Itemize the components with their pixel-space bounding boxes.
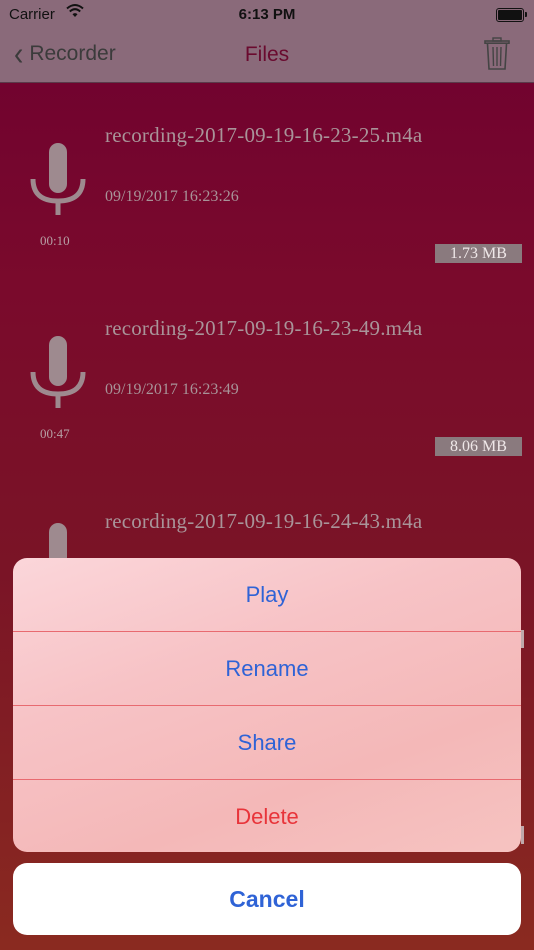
status-bar: Carrier 6:13 PM xyxy=(0,0,534,30)
clock: 6:13 PM xyxy=(238,6,296,23)
recording-name: recording-2017-09-19-16-23-49.m4a xyxy=(105,316,423,340)
microphone-icon xyxy=(30,336,86,408)
action-sheet: Play Rename Share Delete xyxy=(13,558,521,852)
nav-bar: ‹ Recorder Files xyxy=(0,30,534,83)
microphone-icon xyxy=(30,143,86,215)
recording-duration: 00:47 xyxy=(40,426,70,441)
battery-icon xyxy=(496,8,527,22)
recording-date: 09/19/2017 16:23:26 xyxy=(105,188,239,205)
play-button[interactable]: Play xyxy=(13,558,521,632)
recording-name: recording-2017-09-19-16-23-25.m4a xyxy=(105,123,423,147)
list-item[interactable]: 00:10 recording-2017-09-19-16-23-25.m4a … xyxy=(0,83,534,276)
recording-date: 09/19/2017 16:23:49 xyxy=(105,381,239,398)
page-title: Files xyxy=(244,43,290,66)
cancel-button[interactable]: Cancel xyxy=(13,863,521,935)
recording-duration: 00:10 xyxy=(40,233,70,248)
recording-size-badge: 1.73 MB xyxy=(435,244,522,263)
delete-button[interactable]: Delete xyxy=(13,780,521,852)
trash-icon[interactable] xyxy=(484,37,510,71)
share-button[interactable]: Share xyxy=(13,706,521,780)
size-badge-edge xyxy=(521,630,524,648)
size-badge-edge xyxy=(521,826,524,844)
recording-size-badge: 8.06 MB xyxy=(435,437,522,456)
recording-name: recording-2017-09-19-16-24-43.m4a xyxy=(105,509,423,533)
rename-button[interactable]: Rename xyxy=(13,632,521,706)
list-item[interactable]: 00:47 recording-2017-09-19-16-23-49.m4a … xyxy=(0,276,534,469)
